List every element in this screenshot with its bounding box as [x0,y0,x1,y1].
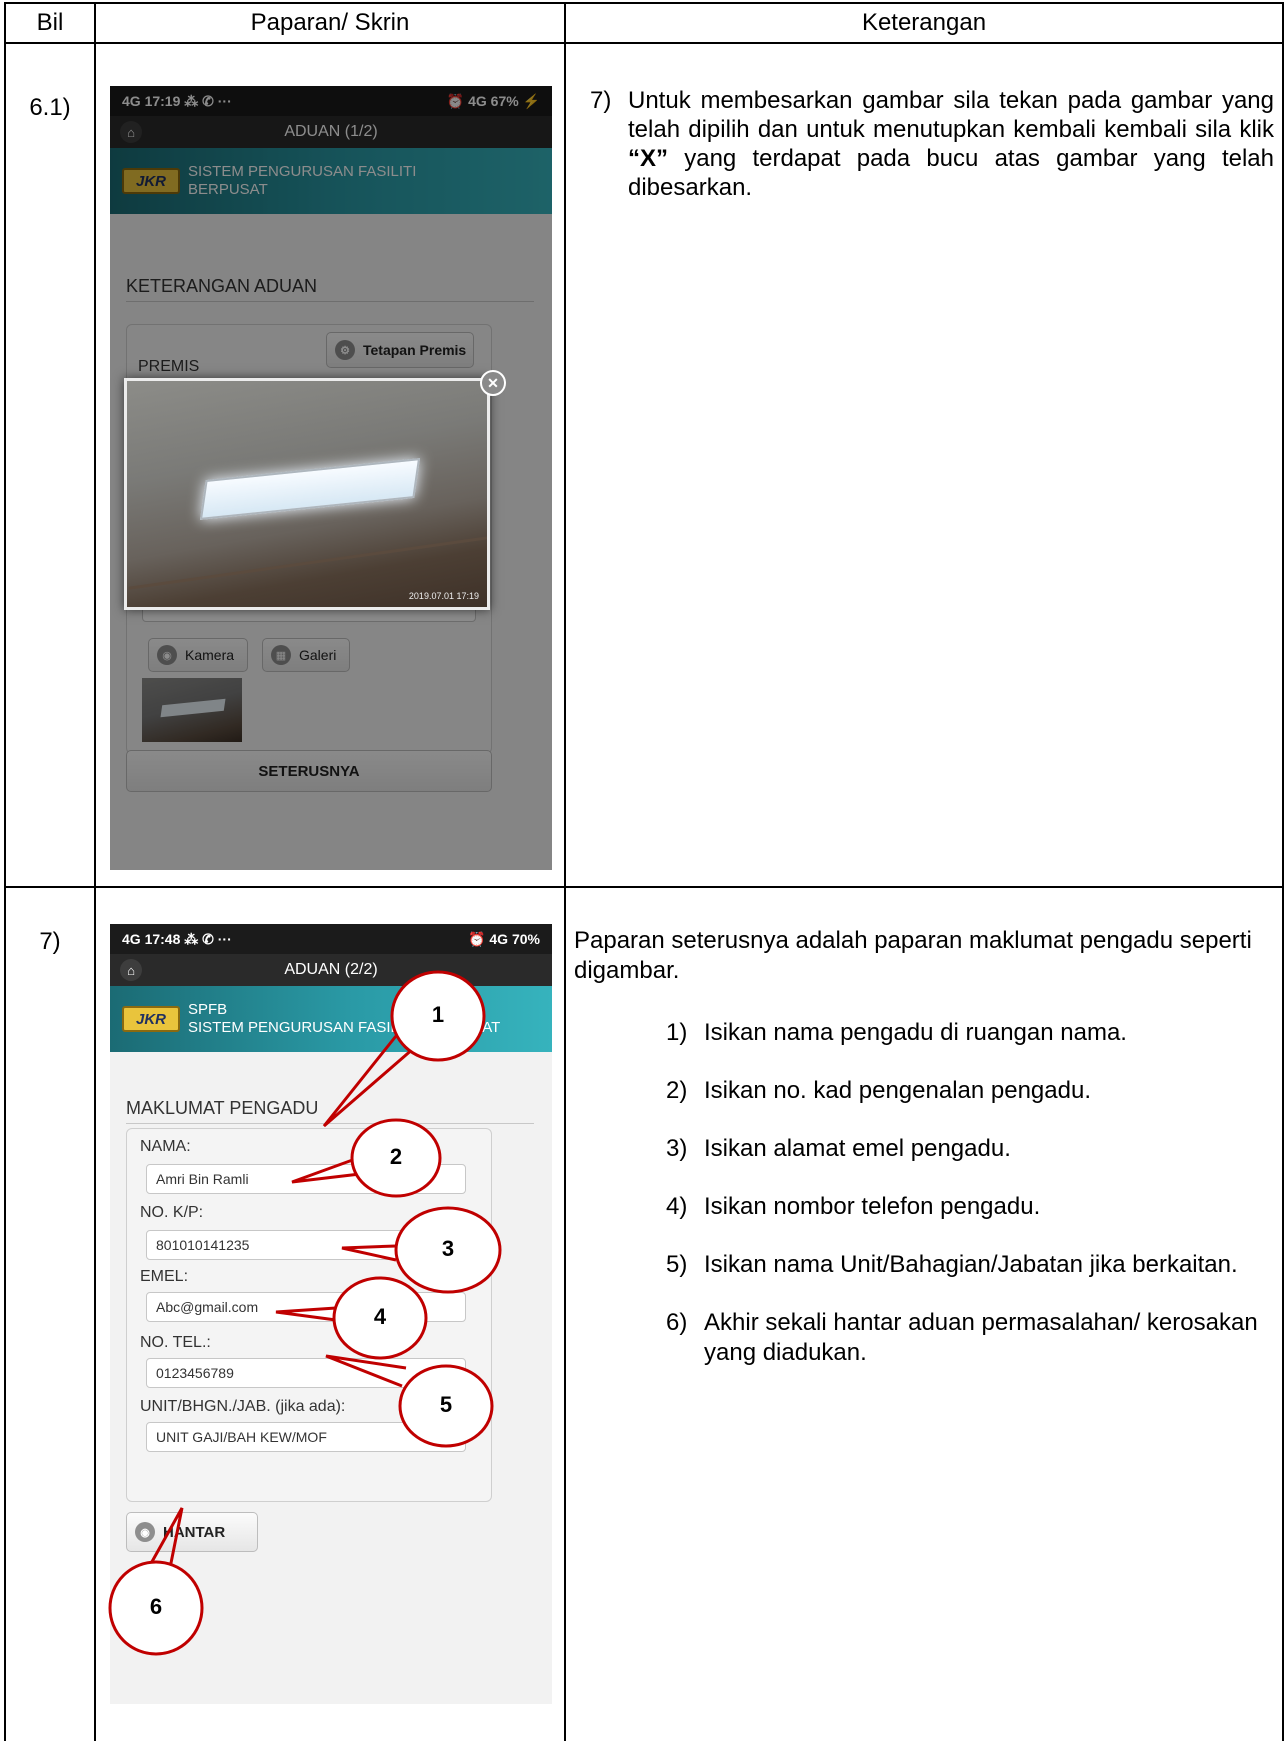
row2-bil: 7) [4,886,96,1741]
callout-3-number: 3 [441,1236,455,1261]
step-item: 5) Isikan nama Unit/Bahagian/Jabatan jika… [666,1250,1268,1280]
row1-desc-cell: 7) Untuk membesarkan gambar sila tekan p… [564,42,1284,888]
callout-6-number: 6 [149,1594,163,1619]
callout-3-pointer [341,1244,397,1262]
step-number: 2) [666,1077,688,1104]
step-number: 4) [666,1193,688,1220]
desc-text-b: yang terdapat pada bucu atas gambar yang… [628,145,1274,201]
row1-description: 7) Untuk membesarkan gambar sila tekan p… [590,86,1274,202]
header-screen: Paparan/ Skrin [94,2,566,44]
step-item: 2) Isikan no. kad pengenalan pengadu. [666,1076,1268,1106]
desc-text-a: Untuk membesarkan gambar sila tekan pada… [628,87,1274,143]
ceiling-lamp [199,458,421,520]
step-number: 5) [666,1251,688,1278]
step-item: 1) Isikan nama pengadu di ruangan nama. [666,1018,1268,1048]
callout-2-pointer [291,1156,361,1184]
photo-timestamp: 2019.07.01 17:19 [408,591,479,601]
step-text: Isikan alamat emel pengadu. [704,1135,1011,1162]
close-icon[interactable]: ✕ [480,370,506,396]
phone-screenshot-aduan-1: 4G 17:19 ⁂ ✆ ··· ⏰ 4G 67% ⚡ ⌂ ADUAN (1/2… [110,86,552,870]
step-text: Akhir sekali hantar aduan permasalahan/ … [704,1309,1258,1366]
step-text: Isikan nama pengadu di ruangan nama. [704,1019,1127,1046]
step-item: 4) Isikan nombor telefon pengadu. [666,1192,1268,1222]
header-bil: Bil [4,2,96,44]
callout-4-number: 4 [373,1304,387,1329]
header-desc: Keterangan [564,2,1284,44]
row1-bil: 6.1) [4,42,96,888]
row2-steps-list: 1) Isikan nama pengadu di ruangan nama. 2… [666,1018,1268,1396]
step-number: 6) [666,1309,688,1336]
enlarged-photo[interactable]: 2019.07.01 17:19 [124,378,490,610]
step-text: Isikan no. kad pengenalan pengadu. [704,1077,1091,1104]
step-number: 3) [666,1135,688,1162]
step-item: 3) Isikan alamat emel pengadu. [666,1134,1268,1164]
desc-number: 7) [590,87,612,114]
desc-text-x: “X” [628,145,669,172]
callout-5-number: 5 [439,1392,453,1417]
callout-5-pointer [325,1354,407,1388]
row2-intro: Paparan seterusnya adalah paparan maklum… [574,927,1252,984]
callout-4-pointer [275,1306,337,1322]
step-number: 1) [666,1019,688,1046]
ceiling-edge [128,535,487,590]
desc-text: Untuk membesarkan gambar sila tekan pada… [628,86,1274,202]
step-item: 6) Akhir sekali hantar aduan permasalahan… [666,1308,1268,1368]
row2-desc-cell: Paparan seterusnya adalah paparan maklum… [564,886,1284,1741]
photo-image: 2019.07.01 17:19 [127,381,487,607]
step-text: Isikan nombor telefon pengadu. [704,1193,1041,1220]
row2-screen-cell: 4G 17:48 ⁂ ✆ ··· ⏰ 4G 70% ⌂ ADUAN (2/2) … [94,886,566,1741]
step-text: Isikan nama Unit/Bahagian/Jabatan jika b… [704,1251,1238,1278]
callout-1-number: 1 [431,1002,445,1027]
row1-screen-cell: 4G 17:19 ⁂ ✆ ··· ⏰ 4G 67% ⚡ ⌂ ADUAN (1/2… [94,42,566,888]
callout-1-pointer [322,1035,415,1128]
callout-2-number: 2 [389,1144,403,1169]
procedure-table: Bil Paparan/ Skrin Keterangan 6.1) 4G 17… [4,2,1284,1741]
